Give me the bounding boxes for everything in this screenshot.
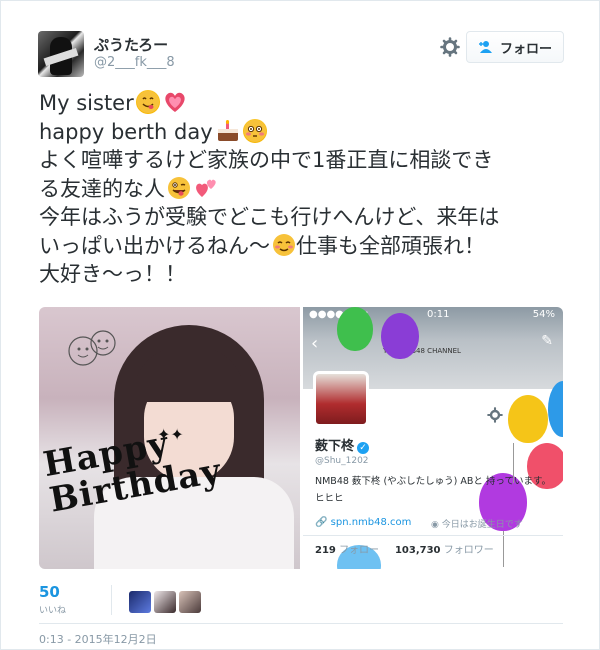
blue-balloon-icon — [548, 381, 563, 437]
profile-avatar — [313, 371, 369, 427]
follow-button[interactable]: フォロー — [466, 31, 564, 63]
tweet-line: 仕事も全部頑張れ！ — [296, 233, 485, 258]
following-count: 219 — [315, 545, 336, 556]
heart-emoji-icon — [162, 90, 188, 114]
doodle-faces-icon — [68, 330, 116, 366]
cake-emoji-icon — [215, 119, 241, 143]
tweet-line: よく喧嘩するけど家族の中で1番正直に相談でき — [39, 148, 494, 172]
likers-avatars — [129, 591, 201, 613]
purple-balloon-icon — [381, 313, 419, 359]
status-battery: 54% — [532, 309, 555, 320]
status-time: 0:11 — [427, 309, 450, 320]
birthday-photo[interactable]: Happy Birthday ✦✦ — [39, 307, 300, 569]
winking-tongue-emoji-icon — [167, 176, 191, 200]
flushed-face-emoji-icon — [242, 118, 267, 143]
tweet-header: ぷうたろー @2___fk___8 フォロー — [38, 31, 568, 77]
two-hearts-emoji-icon — [193, 176, 219, 200]
author-handle[interactable]: @2___fk___8 — [94, 55, 175, 70]
profile-divider — [303, 535, 563, 536]
profile-birthday: ◉ 今日はお誕生日です — [431, 520, 523, 530]
yum-face-emoji-icon — [135, 90, 160, 114]
liker-avatar[interactable] — [179, 591, 201, 613]
stats-separator — [111, 585, 112, 615]
likes-stat[interactable]: 50 いいね — [39, 583, 66, 616]
yellow-balloon-icon — [508, 395, 548, 443]
followers-count: 103,730 — [394, 545, 441, 556]
back-chevron-icon: ‹ — [311, 333, 319, 354]
footer-divider — [39, 623, 563, 624]
following-label: フォロー — [339, 545, 380, 556]
profile-birthday-text: 今日はお誕生日です — [441, 520, 523, 530]
profile-link: 🔗 spn.nmb48.com — [315, 517, 412, 528]
stars-icon: ✦✦ — [157, 425, 184, 444]
tweet-text: My sister happy berth day よく喧嘩するけど家族の中で1… — [39, 89, 569, 289]
follow-label: フォロー — [499, 41, 552, 57]
profile-link-text: spn.nmb48.com — [330, 517, 412, 528]
likes-count: 50 — [39, 583, 60, 601]
profile-stats: 219 フォロー 103,730 フォロワー — [315, 541, 494, 556]
green-balloon-icon — [337, 307, 373, 351]
media-grid: Happy Birthday ✦✦ ●●●●○ au 0:11 54% ‹ ✎ … — [39, 307, 563, 569]
author-name[interactable]: ぷうたろー — [94, 34, 168, 55]
profile-screenshot[interactable]: ●●●●○ au 0:11 54% ‹ ✎ YNN NMB48 CHANNEL — [303, 307, 563, 569]
verified-icon: ✓ — [357, 442, 370, 454]
tweet-card: ぷうたろー @2___fk___8 フォロー My sister happy b… — [0, 0, 600, 650]
tweet-line: happy berth day — [39, 119, 213, 144]
relaxed-face-emoji-icon — [272, 233, 296, 257]
author-avatar[interactable] — [38, 31, 84, 77]
gear-icon — [487, 407, 503, 423]
profile-handle: @Shu_1202 — [315, 456, 369, 466]
add-user-icon — [478, 41, 492, 53]
liker-avatar[interactable] — [154, 591, 176, 613]
profile-name: 薮下柊 ✓ — [315, 435, 370, 454]
profile-name-text: 薮下柊 — [315, 439, 355, 454]
tweet-line: いっぱい出かけるねん〜 — [39, 233, 270, 258]
followers-label: フォロワー — [443, 545, 494, 556]
tweet-line: 今年はふうが受験でどこも行けへんけど、来年は — [39, 205, 500, 229]
tweet-line: 大好き〜っ！！ — [39, 262, 186, 286]
tweet-line: My sister — [39, 91, 134, 115]
likes-label: いいね — [39, 606, 67, 616]
tweet-line: る友達的な人 — [39, 176, 165, 201]
profile-bio: NMB48 薮下柊 (やぶしたしゅう) ABと 持っています。ヒヒヒ — [315, 476, 551, 504]
tweet-timestamp[interactable]: 0:13 - 2015年12月2日 — [39, 631, 157, 647]
gear-icon[interactable] — [440, 37, 460, 57]
compose-icon: ✎ — [541, 333, 553, 349]
liker-avatar[interactable] — [129, 591, 151, 613]
